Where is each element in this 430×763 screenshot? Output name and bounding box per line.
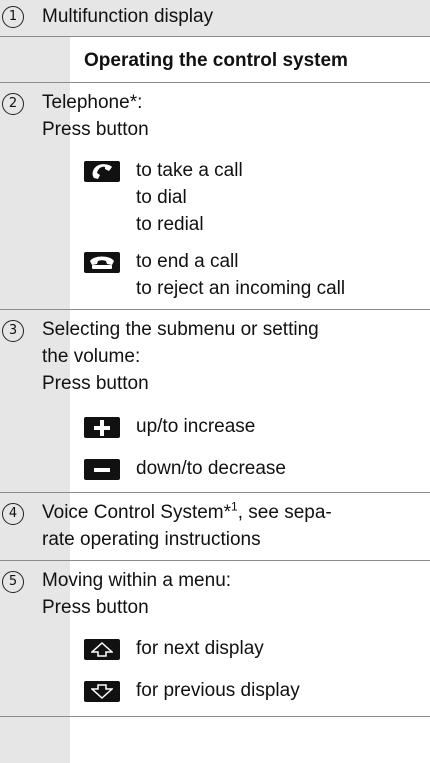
item-number-4: 4	[2, 503, 24, 525]
footnote-marker: 1	[231, 499, 238, 514]
divider	[0, 492, 430, 493]
divider	[0, 716, 430, 717]
divider	[0, 36, 430, 37]
phone-end-line-1: to end a call	[136, 251, 239, 272]
phone-end-button	[84, 252, 120, 273]
phone-end-icon	[90, 256, 114, 269]
minus-icon	[94, 467, 110, 472]
item-5-line-1: Moving within a menu:	[42, 570, 232, 591]
section-heading: Operating the control system	[84, 50, 348, 71]
item-4-line-2: rate operating instructions	[42, 529, 261, 550]
arrow-down-line: for previous display	[136, 680, 300, 701]
item-3-line-2: the volume:	[42, 346, 141, 367]
item-3-line-3: Press button	[42, 373, 149, 394]
divider	[0, 560, 430, 561]
phone-accept-button	[84, 161, 120, 182]
phone-end-line-2: to reject an incoming call	[136, 278, 346, 299]
phone-accept-line-3: to redial	[136, 214, 204, 235]
arrow-up-button	[84, 639, 120, 660]
item-4-line-1: Voice Control System*1, see sepa-	[42, 499, 332, 526]
item-5-line-2: Press button	[42, 597, 149, 618]
divider	[0, 82, 430, 83]
phone-accept-line-1: to take a call	[136, 160, 243, 181]
item-4-line-1-main: Voice Control System*	[42, 502, 232, 523]
item-1-text: Multifunction display	[42, 6, 214, 27]
item-number-1: 1	[2, 6, 24, 28]
plus-button	[84, 417, 120, 438]
divider	[0, 309, 430, 310]
arrow-down-button	[84, 681, 120, 702]
manual-page: 1 Multifunction display Operating the co…	[0, 0, 430, 763]
item-number-3: 3	[2, 320, 24, 342]
item-2-line-2: Press button	[42, 119, 149, 140]
phone-accept-line-2: to dial	[136, 187, 187, 208]
item-4-line-1-tail: , see sepa-	[237, 502, 332, 523]
item-2-line-1: Telephone*:	[42, 92, 143, 113]
arrow-down-icon	[91, 684, 113, 699]
minus-line: down/to decrease	[136, 458, 286, 479]
item-number-2: 2	[2, 93, 24, 115]
item-number-5: 5	[2, 571, 24, 593]
item-3-line-1: Selecting the submenu or setting	[42, 319, 319, 340]
arrow-up-icon	[91, 642, 113, 657]
plus-icon	[94, 419, 110, 436]
arrow-up-line: for next display	[136, 638, 264, 659]
plus-line: up/to increase	[136, 416, 256, 437]
minus-button	[84, 459, 120, 480]
phone-accept-icon	[92, 164, 112, 179]
